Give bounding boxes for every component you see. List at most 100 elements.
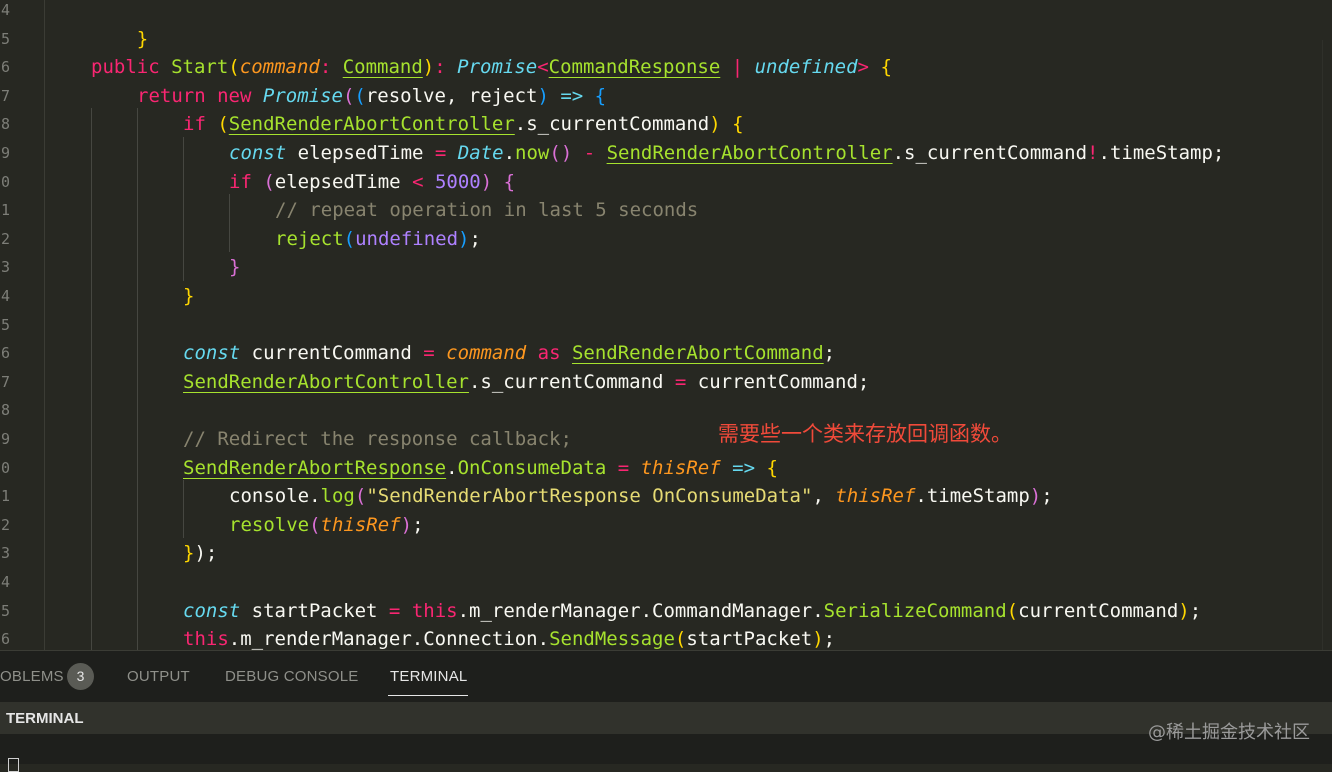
token: public <box>91 56 160 79</box>
token: Promise <box>262 84 343 107</box>
token: Date <box>457 142 504 164</box>
token: "SendRenderAbortResponse OnConsumeData" <box>366 485 813 508</box>
token: { <box>732 113 744 136</box>
line-number: 2 <box>0 515 10 534</box>
tab-debug-console[interactable]: DEBUG CONSOLE <box>225 668 358 685</box>
code-line: } <box>183 282 194 311</box>
token: currentCommand <box>1018 599 1179 622</box>
code-line: const elepsedTime = Date.now() - SendRen… <box>229 139 1224 168</box>
line-number: 8 <box>0 115 10 134</box>
token: | <box>720 56 755 79</box>
token: SendMessage <box>549 628 675 650</box>
token: ( <box>309 513 321 536</box>
token: .m_renderManager.Connection. <box>228 628 550 650</box>
token: currentCommand; <box>686 370 870 393</box>
token: > <box>857 56 869 79</box>
token: thisRef <box>835 485 916 508</box>
token: currentCommand <box>240 342 424 365</box>
token: : <box>434 56 458 79</box>
token: ( <box>263 170 275 193</box>
token: { <box>766 456 778 479</box>
token: console <box>229 485 310 508</box>
token: ; <box>1189 599 1202 622</box>
code-line: } <box>229 253 240 282</box>
line-number: 6 <box>0 58 10 77</box>
token: 5000 <box>434 170 481 193</box>
code-line: return new Promise((resolve, reject) => … <box>137 82 606 111</box>
code-line: reject(undefined); <box>275 225 481 254</box>
code-line: const currentCommand = command as SendRe… <box>183 339 835 368</box>
token: .timeStamp <box>915 485 1030 508</box>
token: ( <box>228 56 240 79</box>
token: = <box>434 142 447 164</box>
token: Start <box>171 56 229 79</box>
token: .s_currentCommand <box>468 370 675 393</box>
tab-problems[interactable]: OBLEMS <box>0 668 64 685</box>
indent-guide <box>183 137 184 281</box>
token: . <box>503 142 516 164</box>
code-line: const startPacket = this.m_renderManager… <box>183 597 1201 626</box>
indent-guide <box>91 108 92 650</box>
indent-guide <box>183 480 184 538</box>
token: const <box>229 142 287 164</box>
token: . <box>309 485 321 508</box>
token: ) <box>194 542 206 565</box>
token: ) <box>537 84 549 107</box>
line-number: 4 <box>0 287 10 305</box>
terminal-header: TERMINAL <box>0 702 1332 734</box>
token: command <box>446 342 527 365</box>
token: startPacket <box>240 599 389 622</box>
token: SendRenderAbortController <box>228 113 515 136</box>
line-number: 5 <box>0 29 10 48</box>
token: } <box>229 256 241 279</box>
token: ; <box>823 628 836 650</box>
tab-terminal[interactable]: TERMINAL <box>390 668 467 685</box>
token: ) <box>1178 599 1190 622</box>
token: < <box>537 56 549 79</box>
line-number: 6 <box>0 344 10 363</box>
token: ) <box>812 628 824 650</box>
token: ) <box>400 513 413 536</box>
tab-output[interactable]: OUTPUT <box>127 668 190 685</box>
line-number: 1 <box>0 487 10 506</box>
active-tab-indicator <box>388 695 468 696</box>
terminal-body[interactable] <box>0 734 1332 772</box>
line-number: 5 <box>0 601 10 620</box>
token: thisRef <box>320 513 401 536</box>
line-number: 9 <box>0 144 10 162</box>
line-number: 3 <box>0 544 10 563</box>
line-number: 4 <box>0 573 10 591</box>
token: ; <box>469 227 481 250</box>
code-line: } <box>91 0 148 50</box>
token: = <box>388 599 401 622</box>
token: = <box>423 342 435 365</box>
line-number: 5 <box>0 315 10 334</box>
token: } <box>183 542 195 565</box>
token: now <box>515 142 550 164</box>
scrollbar-track[interactable] <box>1322 40 1323 650</box>
token: undefined <box>754 56 858 79</box>
line-number: 0 <box>0 172 10 191</box>
token: .s_currentCommand <box>514 113 710 136</box>
code-editor[interactable]: 4 5 6 7 8 9 0 1 2 3 4 5 6 7 8 9 0 1 2 3 … <box>0 0 1332 650</box>
token: ) <box>480 170 493 193</box>
line-number: 2 <box>0 229 10 248</box>
code-line: }); <box>183 539 217 568</box>
token: ( <box>342 84 355 107</box>
token: command <box>239 56 320 79</box>
token: } <box>136 27 149 50</box>
token: SendRenderAbortCommand <box>571 342 824 365</box>
code-line: console.log("SendRenderAbortResponse OnC… <box>229 482 1053 511</box>
token: < <box>412 170 424 193</box>
token: const <box>183 599 241 622</box>
code-line: public Start(command: Command): Promise<… <box>91 53 892 82</box>
token: ! <box>1087 142 1099 164</box>
terminal-title: TERMINAL <box>6 710 84 727</box>
token: .m_renderManager.CommandManager. <box>457 599 824 622</box>
code-line: SendRenderAbortResponse.OnConsumeData = … <box>183 454 778 483</box>
